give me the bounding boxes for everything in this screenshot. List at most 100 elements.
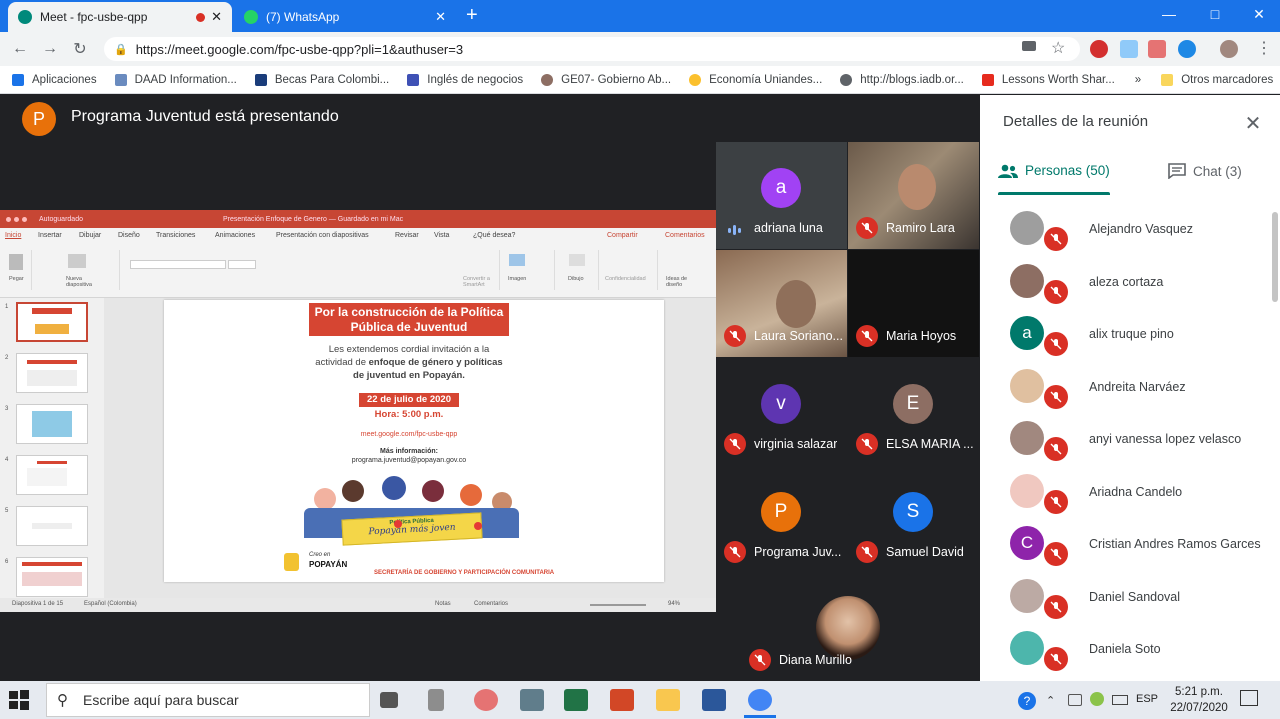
font-select[interactable] — [130, 260, 226, 269]
taskbar-clock[interactable]: 5:21 p.m. 22/07/2020 — [1164, 684, 1234, 716]
smartart-group[interactable]: Convertir a SmartArt — [455, 250, 500, 290]
bookmark-star-icon[interactable]: ☆ — [1051, 38, 1065, 58]
drawing-group[interactable]: Dibujo — [563, 250, 599, 290]
windows-start-icon[interactable] — [8, 689, 30, 711]
ribbon-tab-inicio[interactable]: Inicio — [5, 232, 21, 239]
network-icon[interactable] — [1068, 694, 1082, 706]
ribbon-tell-me[interactable]: ¿Qué desea? — [473, 232, 515, 239]
taskbar-search-input[interactable]: ⚲ Escribe aquí para buscar — [46, 683, 370, 717]
participant-tile[interactable]: v virginia salazar — [716, 358, 847, 465]
hp-extension-icon[interactable] — [1178, 40, 1196, 58]
participant-tile[interactable]: E ELSA MARIA ... — [848, 358, 979, 465]
comments-status-button[interactable]: Comentarios — [474, 601, 508, 607]
bookmark-ted[interactable]: Lessons Worth Shar... — [981, 73, 1115, 86]
people-scrollbar[interactable] — [1272, 212, 1278, 302]
list-item[interactable]: Daniel Sandoval — [980, 567, 1270, 619]
participant-tile[interactable]: a adriana luna — [716, 142, 847, 249]
window-close-button[interactable]: ✕ — [1236, 0, 1280, 28]
powerpoint-icon[interactable] — [610, 689, 634, 711]
chrome-taskbar-icon[interactable] — [748, 689, 772, 711]
ppt-share-button[interactable]: Compartir — [607, 232, 638, 239]
tab-people[interactable]: Personas (50) — [998, 163, 1110, 178]
bookmark-overflow[interactable]: » — [1135, 74, 1141, 86]
bookmark-economia[interactable]: Economía Uniandes... — [689, 73, 822, 86]
profile-avatar[interactable] — [1220, 40, 1238, 58]
reload-icon[interactable]: ↻ — [68, 37, 92, 61]
camera-icon[interactable] — [1022, 41, 1036, 51]
participant-tile[interactable]: S Samuel David — [848, 466, 979, 573]
sensitivity-group[interactable]: Confidencialidad — [603, 250, 658, 290]
word-icon[interactable] — [702, 689, 726, 711]
participant-tile-video[interactable]: Maria Hoyos — [848, 250, 979, 357]
opera-extension-icon[interactable] — [1090, 40, 1108, 58]
participant-tile-video[interactable]: Laura Soriano... — [716, 250, 847, 357]
app-tray-icon[interactable] — [1090, 692, 1104, 706]
font-size-select[interactable] — [228, 260, 256, 269]
slide-thumb-5[interactable] — [16, 506, 88, 546]
tray-chevron-icon[interactable]: ⌃ — [1046, 694, 1055, 707]
bookmark-daad[interactable]: DAAD Information... — [114, 73, 237, 86]
panel-close-icon[interactable]: ✕ — [1242, 112, 1264, 135]
maximize-button[interactable]: □ — [1192, 0, 1238, 28]
forward-arrow-icon[interactable]: → — [38, 37, 62, 61]
bookmark-iadb[interactable]: http://blogs.iadb.or... — [840, 73, 964, 86]
ribbon-tab-diseno[interactable]: Diseño — [118, 232, 140, 239]
list-item[interactable]: Andreita Narváez — [980, 357, 1270, 409]
notifications-icon[interactable] — [1240, 690, 1258, 706]
minimize-button[interactable]: — — [1146, 0, 1192, 28]
participant-tile[interactable]: P Programa Juv... — [716, 466, 847, 573]
notes-button[interactable]: Notas — [435, 601, 451, 607]
task-view-icon[interactable] — [380, 692, 398, 708]
chrome-menu-icon[interactable]: ⋮ — [1256, 38, 1272, 58]
tab-meet[interactable]: Meet - fpc-usbe-qpp ✕ — [8, 2, 232, 32]
design-ideas-group[interactable]: Ideas de diseño — [662, 250, 702, 290]
slide-thumb-3[interactable] — [16, 404, 88, 444]
new-tab-button[interactable]: + — [466, 4, 478, 27]
bookmark-ingles[interactable]: Inglés de negocios — [407, 73, 523, 86]
tab-whatsapp[interactable]: (7) WhatsApp ✕ — [234, 2, 456, 32]
image-group[interactable]: Imagen — [505, 250, 555, 290]
slide-thumb-1[interactable] — [16, 302, 88, 342]
list-item[interactable]: a alix truque pino — [980, 304, 1270, 356]
snipping-tool-icon[interactable] — [474, 689, 498, 711]
list-item[interactable]: C Cristian Andres Ramos Garces — [980, 514, 1270, 566]
file-explorer-icon[interactable] — [656, 689, 680, 711]
paste-group[interactable]: Pegar — [4, 250, 32, 290]
ribbon-tab-dibujar[interactable]: Dibujar — [79, 232, 101, 239]
ribbon-tab-revisar[interactable]: Revisar — [395, 232, 419, 239]
pdf-extension-icon[interactable] — [1148, 40, 1166, 58]
people-list[interactable]: Alejandro Vasquez aleza cortaza a alix t… — [980, 197, 1280, 681]
list-item[interactable]: aleza cortaza — [980, 252, 1270, 304]
docs-extension-icon[interactable] — [1120, 40, 1138, 58]
participant-tile-video[interactable]: Ramiro Lara — [848, 142, 979, 249]
bookmark-becas[interactable]: Becas Para Colombi... — [254, 73, 389, 86]
bookmark-other[interactable]: Otros marcadores — [1161, 73, 1273, 86]
voice-recorder-icon[interactable] — [428, 689, 444, 711]
excel-icon[interactable] — [564, 689, 588, 711]
new-slide-group[interactable]: Nueva diapositiva — [62, 250, 120, 290]
zoom-slider[interactable] — [590, 604, 646, 606]
tab-chat[interactable]: Chat (3) — [1168, 163, 1242, 179]
tab-close-icon[interactable]: ✕ — [435, 9, 446, 25]
input-language[interactable]: ESP — [1136, 693, 1158, 705]
list-item[interactable]: anyi vanessa lopez velasco — [980, 409, 1270, 461]
slide-thumb-6[interactable] — [16, 557, 88, 597]
ribbon-tab-insertar[interactable]: Insertar — [38, 232, 62, 239]
help-icon[interactable]: ? — [1018, 692, 1036, 710]
address-bar[interactable]: 🔒 https://meet.google.com/fpc-usbe-qpp?p… — [104, 37, 1080, 61]
list-item[interactable]: Alejandro Vasquez — [980, 199, 1270, 251]
participant-tile[interactable]: Diana Murillo — [741, 574, 955, 681]
slide-thumb-2[interactable] — [16, 353, 88, 393]
back-arrow-icon[interactable]: ← — [8, 37, 32, 61]
list-item[interactable]: Daniela Soto — [980, 619, 1270, 671]
calculator-icon[interactable] — [520, 689, 544, 711]
ribbon-tab-animaciones[interactable]: Animaciones — [215, 232, 255, 239]
slide-thumb-4[interactable] — [16, 455, 88, 495]
battery-icon[interactable] — [1112, 695, 1128, 705]
tab-close-icon[interactable]: ✕ — [211, 9, 222, 25]
ribbon-tab-vista[interactable]: Vista — [434, 232, 449, 239]
bookmark-apps[interactable]: Aplicaciones — [12, 73, 97, 86]
ribbon-tab-transiciones[interactable]: Transiciones — [156, 232, 195, 239]
bookmark-ge07[interactable]: GE07- Gobierno Ab... — [541, 73, 671, 86]
ribbon-tab-presentacion[interactable]: Presentación con diapositivas — [276, 232, 369, 239]
